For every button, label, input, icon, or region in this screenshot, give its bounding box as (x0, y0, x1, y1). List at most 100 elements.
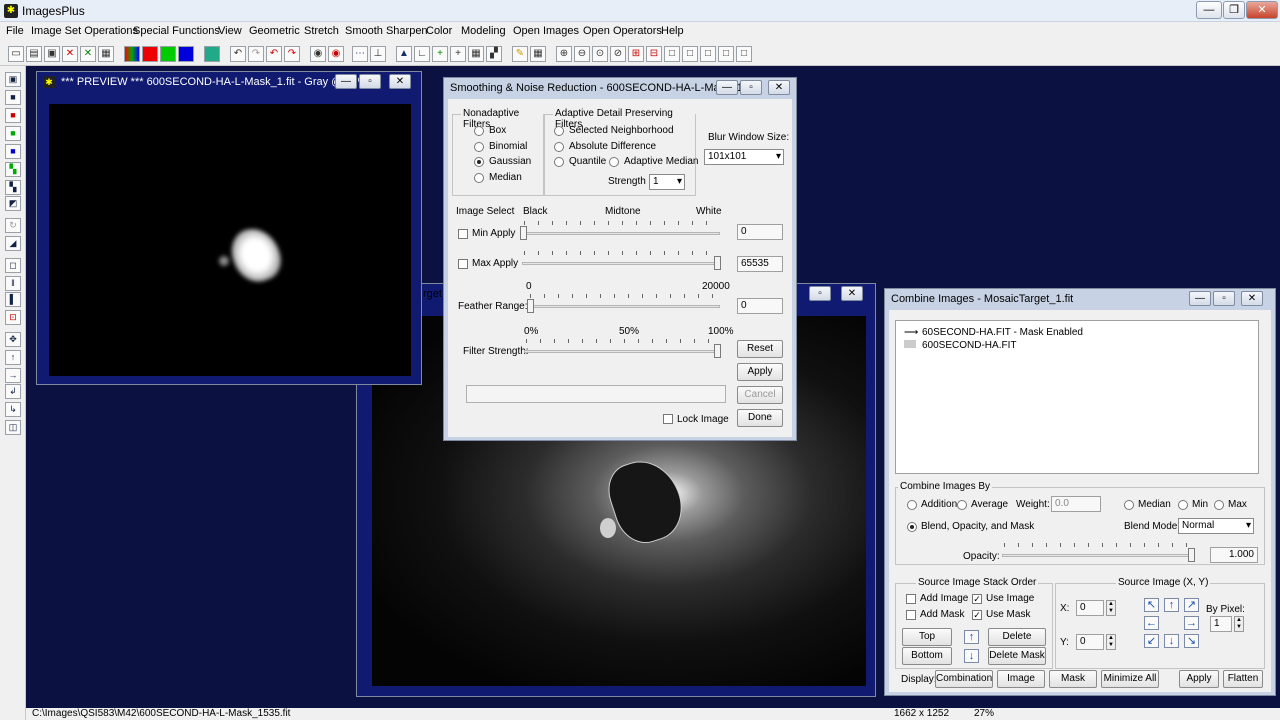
menu-special-functions[interactable]: Special Functions (133, 25, 220, 37)
use-mask-checkbox[interactable]: ✓ (972, 610, 982, 620)
mosaic-close-icon[interactable]: ✕ (841, 286, 863, 301)
left-green-icon[interactable]: ■ (5, 126, 21, 141)
left-turn-icon[interactable]: ↲ (5, 384, 21, 399)
cancel-button[interactable]: Cancel (737, 386, 783, 404)
feather-thumb[interactable] (527, 299, 534, 313)
save-icon[interactable]: ▣ (44, 46, 60, 62)
menu-smooth-sharpen[interactable]: Smooth Sharpen (345, 25, 428, 37)
left-rotate-icon[interactable]: ↻ (5, 218, 21, 233)
zoom-actual-icon[interactable]: ⊘ (610, 46, 626, 62)
y-spinner-icon[interactable]: ▲ ▼ (1106, 634, 1116, 650)
zoom-out-icon[interactable]: ⊖ (574, 46, 590, 62)
menu-stretch[interactable]: Stretch (304, 25, 339, 37)
preview-minimize-icon[interactable]: — (335, 74, 357, 89)
display-mask-button[interactable]: Mask (1049, 670, 1097, 688)
red-channel-icon[interactable] (142, 46, 158, 62)
arrow-up-left-icon[interactable]: ↖ (1144, 598, 1159, 612)
preview-maximize-icon[interactable]: ▫ (359, 74, 381, 89)
radio-blend-opacity-mask[interactable] (907, 522, 917, 532)
blur-window-select[interactable]: 101x101 (704, 149, 784, 165)
radio-gaussian[interactable] (474, 157, 484, 167)
reset-button[interactable]: Reset (737, 340, 783, 358)
move-down-icon[interactable]: ↓ (964, 649, 979, 663)
stack-item-0[interactable]: ⟶ 60SECOND-HA.FIT - Mask Enabled (904, 327, 1083, 338)
target-red-icon[interactable]: ◉ (328, 46, 344, 62)
left-gradient-icon[interactable]: ◢ (5, 236, 21, 251)
radio-max[interactable] (1214, 500, 1224, 510)
minimize-icon[interactable]: — (1196, 1, 1222, 19)
opacity-thumb[interactable] (1188, 548, 1195, 562)
blend-mode-select[interactable]: Normal (1178, 518, 1254, 534)
stack-list[interactable]: ⟶ 60SECOND-HA.FIT - Mask Enabled 600SECON… (895, 320, 1259, 474)
smoothing-minimize-icon[interactable]: — (716, 80, 738, 95)
radio-median[interactable] (1124, 500, 1134, 510)
rgb-icon[interactable] (124, 46, 140, 62)
max-apply-thumb[interactable] (714, 256, 721, 270)
arrow-left-icon[interactable]: ← (1144, 616, 1159, 630)
menu-file[interactable]: File (6, 25, 24, 37)
combine-apply-button[interactable]: Apply (1179, 670, 1219, 688)
y-field[interactable]: 0 (1076, 634, 1104, 650)
smoothing-close-icon[interactable]: ✕ (768, 80, 790, 95)
left-color-icon[interactable]: ▚ (5, 162, 21, 177)
delete-icon[interactable]: ✕ (80, 46, 96, 62)
min-value-field[interactable]: 0 (737, 224, 783, 240)
max-apply-checkbox[interactable] (458, 259, 468, 269)
left-red-icon[interactable]: ■ (5, 108, 21, 123)
undo-icon[interactable]: ↶ (230, 46, 246, 62)
left-black-icon[interactable]: ■ (5, 90, 21, 105)
crosshair-icon[interactable]: + (450, 46, 466, 62)
arrow-right-icon[interactable]: → (1184, 616, 1199, 630)
radio-selected-neighborhood[interactable] (554, 126, 564, 136)
menu-image-set-operations[interactable]: Image Set Operations (31, 25, 138, 37)
display-image-button[interactable]: Image (997, 670, 1045, 688)
menu-view[interactable]: View (218, 25, 242, 37)
close-icon[interactable]: ✕ (1246, 1, 1278, 19)
palette-icon[interactable] (204, 46, 220, 62)
redo-all-icon[interactable]: ↷ (284, 46, 300, 62)
zoom-in-icon[interactable]: ⊕ (556, 46, 572, 62)
arrow-down-right-icon[interactable]: ↘ (1184, 634, 1199, 648)
weight-field[interactable]: 0.0 (1051, 496, 1101, 512)
minimize-all-button[interactable]: Minimize All (1101, 670, 1159, 688)
left-up-icon[interactable]: ↑ (5, 350, 21, 365)
new-file-icon[interactable]: ▭ (8, 46, 24, 62)
add-mask-checkbox[interactable] (906, 610, 916, 620)
hierarchy-icon[interactable]: ⊥ (370, 46, 386, 62)
menu-geometric[interactable]: Geometric (249, 25, 300, 37)
left-stack-icon[interactable]: ◫ (5, 420, 21, 435)
chart-icon[interactable]: ▞ (486, 46, 502, 62)
left-mask-icon[interactable]: ◩ (5, 196, 21, 211)
left-select-icon[interactable]: ◻ (5, 258, 21, 273)
filter-strength-thumb[interactable] (714, 344, 721, 358)
blue-channel-icon[interactable] (178, 46, 194, 62)
combine-minimize-icon[interactable]: — (1189, 291, 1211, 306)
radio-adaptive-median[interactable] (609, 157, 619, 167)
menu-open-images[interactable]: Open Images (513, 25, 579, 37)
left-move-icon[interactable]: ✥ (5, 332, 21, 347)
left-right-icon[interactable]: → (5, 368, 21, 383)
menu-help[interactable]: Help (661, 25, 684, 37)
x-field[interactable]: 0 (1076, 600, 1104, 616)
left-save-icon[interactable]: ▣ (5, 72, 21, 87)
grid-icon[interactable]: ▦ (468, 46, 484, 62)
left-crop-icon[interactable]: ⊡ (5, 310, 21, 325)
top-button[interactable]: Top (902, 628, 952, 646)
menu-color[interactable]: Color (426, 25, 452, 37)
move-up-icon[interactable]: ↑ (964, 630, 979, 644)
cancel-icon[interactable]: ✕ (62, 46, 78, 62)
display-combination-button[interactable]: Combination (935, 670, 993, 688)
mosaic-maximize-icon[interactable]: ▫ (809, 286, 831, 301)
minus-box-icon[interactable]: ⊟ (646, 46, 662, 62)
flatten-button[interactable]: Flatten (1223, 670, 1263, 688)
arrow-down-icon[interactable]: ↓ (1164, 634, 1179, 648)
maximize-icon[interactable]: ❐ (1223, 1, 1245, 19)
frame4-icon[interactable]: □ (718, 46, 734, 62)
radio-binomial[interactable] (474, 142, 484, 152)
x-spinner-icon[interactable]: ▲ ▼ (1106, 600, 1116, 616)
frame3-icon[interactable]: □ (700, 46, 716, 62)
histogram-icon[interactable]: ▲ (396, 46, 412, 62)
dotted-line-icon[interactable]: ⋯ (352, 46, 368, 62)
menu-modeling[interactable]: Modeling (461, 25, 506, 37)
max-value-field[interactable]: 65535 (737, 256, 783, 272)
